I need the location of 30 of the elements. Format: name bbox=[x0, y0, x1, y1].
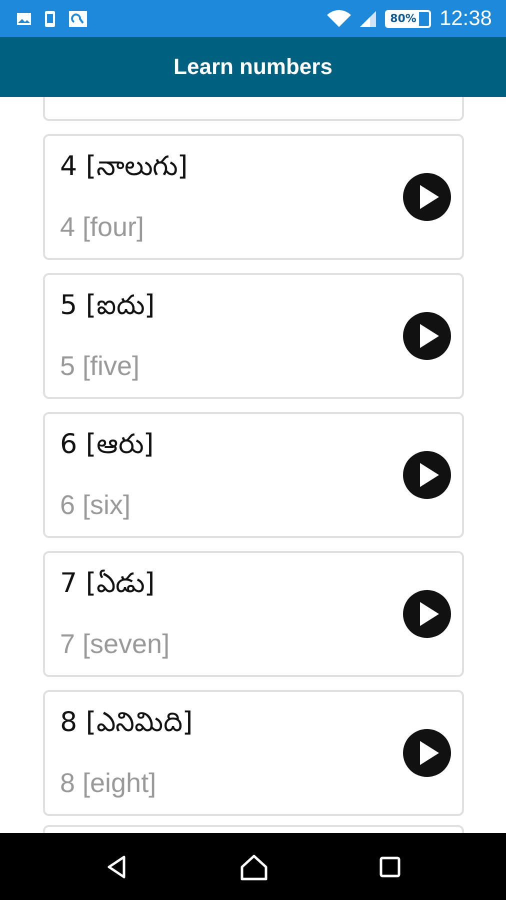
english-word: 6 [six] bbox=[60, 490, 132, 521]
wifi-icon bbox=[327, 10, 352, 28]
native-word: 6 [ఆరు] bbox=[60, 429, 154, 462]
battery-indicator: 80% bbox=[385, 10, 432, 28]
image-icon bbox=[16, 10, 32, 26]
number-card[interactable]: 4 [నాలుగు] 4 [four] bbox=[43, 134, 464, 260]
signal-icon bbox=[359, 10, 378, 28]
play-icon[interactable] bbox=[402, 172, 452, 222]
english-word: 5 [five] bbox=[60, 351, 141, 382]
number-card[interactable]: 6 [ఆరు] 6 [six] bbox=[43, 412, 464, 538]
clock-time: 12:38 bbox=[439, 6, 492, 30]
english-word: 4 [four] bbox=[60, 212, 146, 243]
screen-title: Learn numbers bbox=[174, 54, 332, 80]
app-icon bbox=[68, 10, 88, 28]
phone-icon bbox=[44, 10, 56, 28]
number-card[interactable]: 5 [ఐదు] 5 [five] bbox=[43, 273, 464, 399]
native-word: 8 [ఎనిమిది] bbox=[60, 707, 193, 740]
native-word: 5 [ఐదు] bbox=[60, 290, 155, 323]
native-word: 7 [ఏడు] bbox=[60, 568, 156, 601]
play-icon[interactable] bbox=[402, 311, 452, 361]
home-icon[interactable] bbox=[238, 852, 269, 880]
number-card[interactable]: 7 [ఏడు] 7 [seven] bbox=[43, 551, 464, 677]
native-word: 4 [నాలుగు] bbox=[60, 151, 188, 184]
play-icon[interactable] bbox=[402, 589, 452, 639]
english-word: 8 [eight] bbox=[60, 768, 158, 799]
recents-icon[interactable] bbox=[378, 854, 402, 878]
play-icon[interactable] bbox=[402, 450, 452, 500]
number-card[interactable]: 8 [ఎనిమిది] 8 [eight] bbox=[43, 690, 464, 816]
english-word: 7 [seven] bbox=[60, 629, 170, 660]
play-icon[interactable] bbox=[402, 728, 452, 778]
